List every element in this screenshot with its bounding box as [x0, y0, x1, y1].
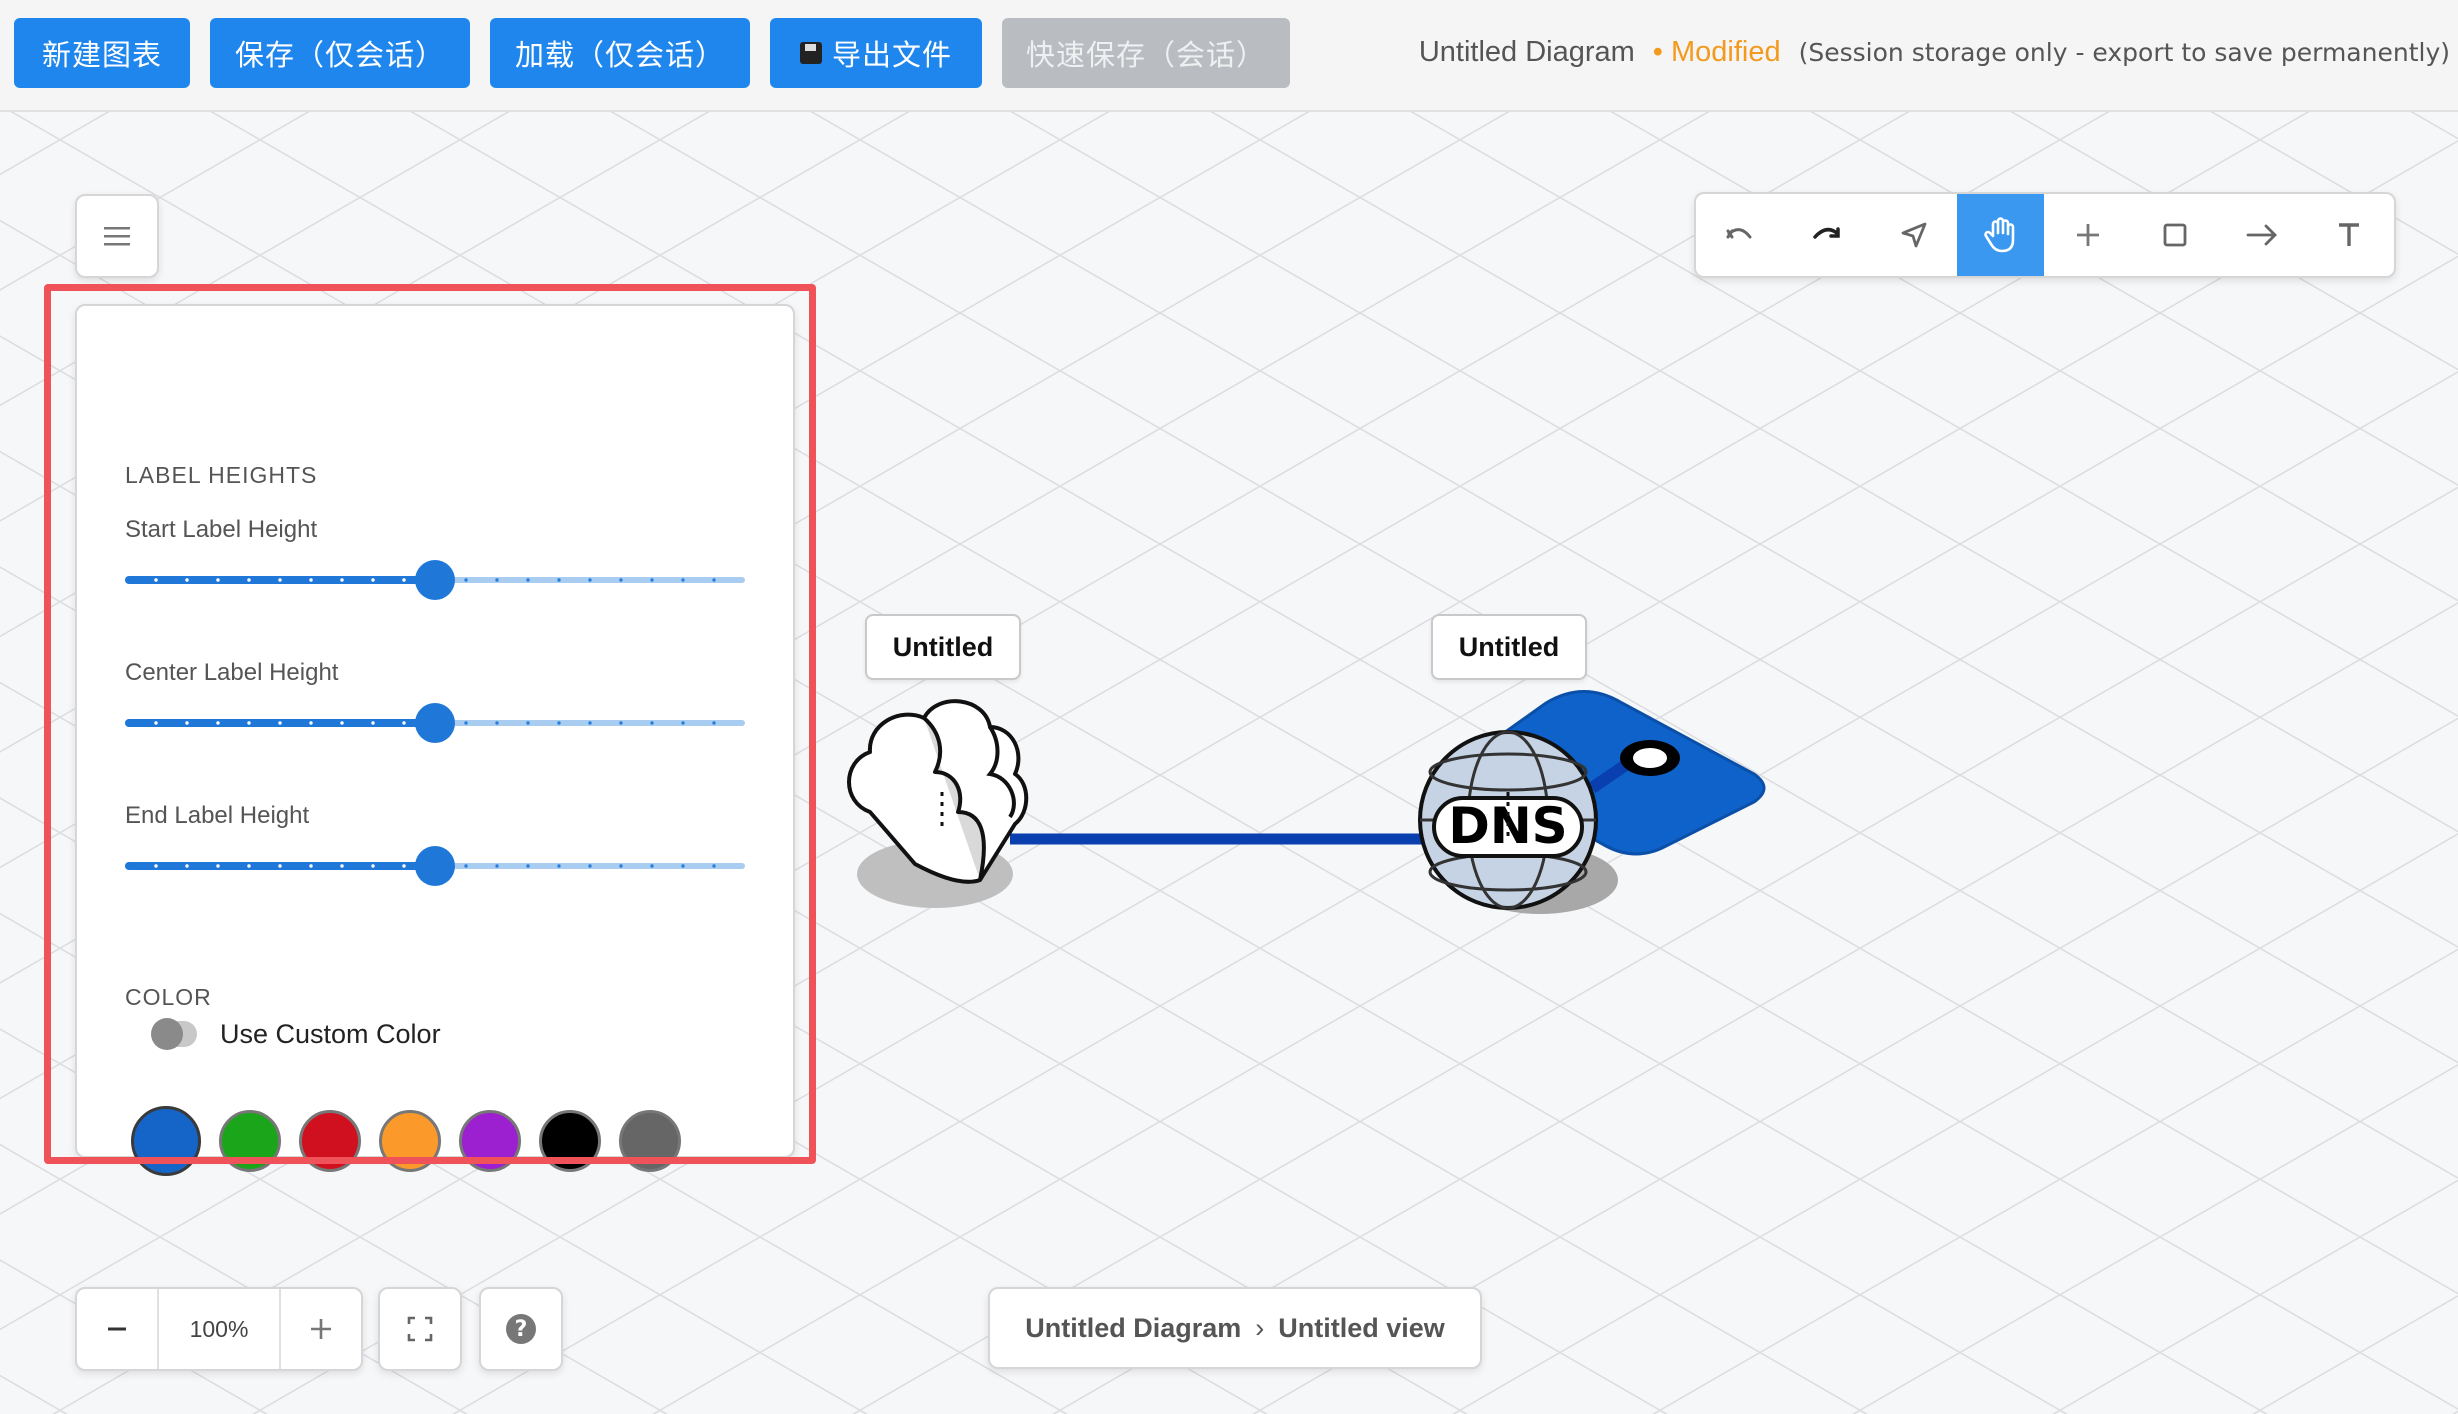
rectangle-tool[interactable] — [2131, 194, 2218, 276]
export-file-button[interactable]: 导出文件 — [770, 18, 982, 88]
menu-button[interactable] — [75, 194, 159, 278]
breadcrumb-separator: › — [1255, 1312, 1265, 1343]
diagram-title[interactable]: Untitled Diagram — [1419, 36, 1635, 69]
panel-highlight-frame — [44, 284, 816, 1164]
load-session-button[interactable]: 加载（仅会话） — [490, 18, 750, 88]
modified-indicator: • Modified — [1652, 36, 1781, 68]
rectangle-icon — [2163, 223, 2186, 247]
pan-icon — [1983, 217, 2014, 253]
export-file-label: 导出文件 — [831, 38, 952, 72]
cloud-icon[interactable] — [847, 699, 1029, 908]
help-button[interactable]: ? — [479, 1287, 563, 1371]
new-diagram-button[interactable]: 新建图表 — [14, 18, 190, 88]
tool-bar — [1694, 192, 2396, 278]
save-session-button[interactable]: 保存（仅会话） — [210, 18, 470, 88]
fullscreen-icon — [407, 1316, 433, 1342]
floppy-disk-icon — [799, 42, 822, 64]
breadcrumb-view[interactable]: Untitled view — [1278, 1313, 1445, 1344]
minus-icon — [108, 1327, 126, 1331]
node-label-dns[interactable]: Untitled — [1431, 614, 1587, 680]
redo-button[interactable] — [1783, 194, 1870, 276]
plus-icon — [311, 1319, 331, 1339]
top-bar: 新建图表 保存（仅会话） 加载（仅会话） 导出文件 快速保存（会话） Untit… — [0, 0, 2458, 112]
connector-tool[interactable] — [2218, 194, 2305, 276]
connector-icon — [2246, 224, 2277, 246]
undo-icon — [1726, 228, 1751, 239]
title-area: Untitled Diagram • Modified (Session sto… — [1419, 36, 2450, 69]
quick-save-button[interactable]: 快速保存（会话） — [1002, 18, 1290, 88]
zoom-level: 100% — [157, 1289, 281, 1369]
zoom-in-button[interactable] — [281, 1289, 361, 1369]
diagram-canvas[interactable]: DNS Untitled Untitled LABEL HEIGHTS Star… — [0, 112, 2458, 1414]
fit-to-screen-button[interactable] — [378, 1287, 462, 1371]
text-tool[interactable] — [2305, 194, 2392, 276]
text-icon — [2338, 223, 2359, 246]
redo-icon — [1812, 227, 1840, 239]
add-tool[interactable] — [2044, 194, 2131, 276]
session-storage-note: (Session storage only - export to save p… — [1798, 38, 2450, 67]
help-icon: ? — [506, 1314, 536, 1344]
pan-tool[interactable] — [1957, 194, 2044, 276]
add-icon — [2076, 224, 2099, 246]
breadcrumb-diagram[interactable]: Untitled Diagram — [1025, 1313, 1241, 1344]
breadcrumb: Untitled Diagram › Untitled view — [988, 1287, 1482, 1369]
node-label-cloud[interactable]: Untitled — [865, 614, 1021, 680]
undo-button[interactable] — [1696, 194, 1783, 276]
zoom-controls: 100% — [75, 1287, 363, 1371]
hamburger-icon — [104, 227, 130, 246]
select-tool[interactable] — [1870, 194, 1957, 276]
select-icon — [1901, 222, 1926, 248]
zoom-out-button[interactable] — [77, 1289, 157, 1369]
